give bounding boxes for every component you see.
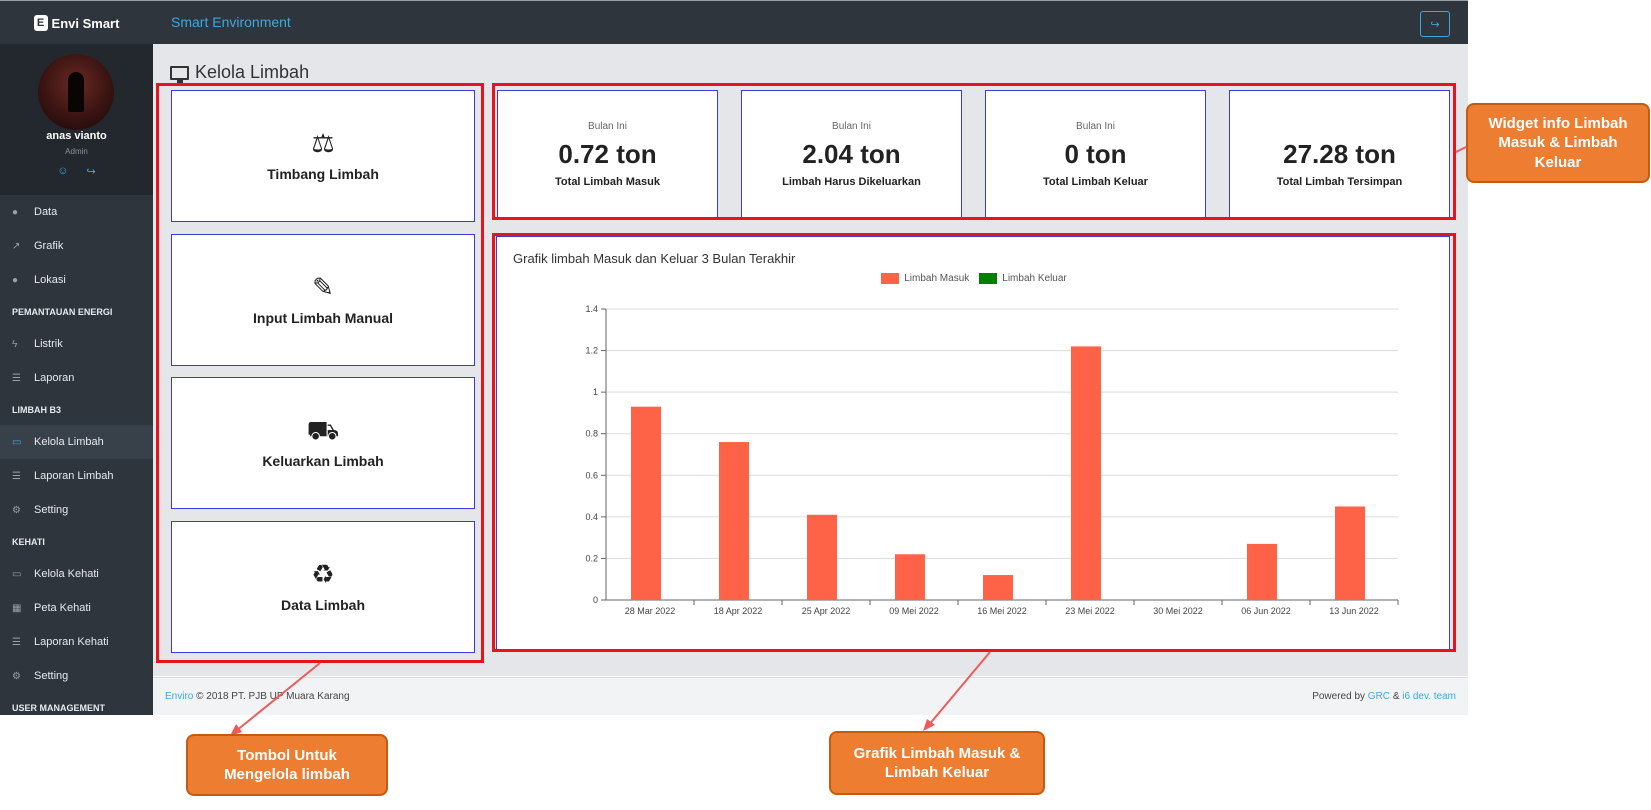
arrow-grafik — [927, 651, 991, 727]
callout-widget: Widget info Limbah Masuk & Limbah Keluar — [1466, 103, 1650, 183]
callout-tombol: Tombol Untuk Mengelola limbah — [186, 734, 388, 796]
arrow-widget — [1455, 146, 1467, 153]
arrow-tombol — [235, 662, 321, 732]
annotation-arrows — [230, 146, 1467, 736]
callout-grafik: Grafik Limbah Masuk & Limbah Keluar — [829, 731, 1045, 795]
app-root: E Envi Smart Smart Environment ↪ anas vi… — [0, 0, 1651, 810]
